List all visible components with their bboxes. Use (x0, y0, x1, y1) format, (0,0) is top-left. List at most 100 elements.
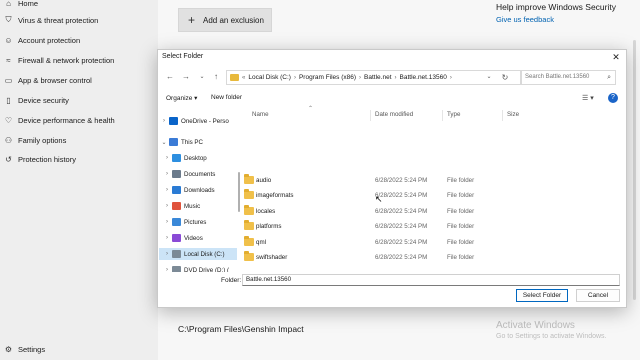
tree-item[interactable]: › Local Disk (C:) (159, 248, 237, 260)
sidebar-item[interactable]: ▭ App & browser control (4, 74, 92, 86)
window-icon: ▭ (4, 75, 13, 85)
close-icon[interactable]: ✕ (610, 51, 622, 63)
chevron-icon[interactable]: › (162, 219, 172, 225)
column-header-size[interactable]: Size (507, 111, 519, 118)
scrollbar-thumb[interactable] (238, 172, 240, 212)
sidebar-item[interactable]: ↺ Protection history (4, 153, 76, 165)
app-scrollbar[interactable] (633, 40, 636, 300)
view-options-icon[interactable]: ☰ ▾ (582, 94, 594, 102)
file-date: 6/28/2022 5:24 PM (375, 223, 428, 231)
chevron-icon[interactable]: › (159, 118, 169, 124)
sidebar-item[interactable]: ⌂ Home (4, 0, 38, 9)
chevron-right-icon: › (293, 74, 296, 81)
forward-arrow-icon[interactable]: → (180, 71, 192, 83)
sidebar-item-label: Home (18, 0, 39, 8)
column-header-name[interactable]: Name (252, 111, 269, 118)
chevron-icon[interactable]: ⌄ (159, 139, 169, 146)
chevron-icon[interactable]: › (162, 251, 172, 257)
address-bar[interactable]: « Local Disk (C:) › Program Files (x86) … (226, 70, 522, 85)
refresh-icon[interactable]: ↻ (498, 70, 512, 85)
search-icon: ⌕ (607, 74, 611, 81)
list-item[interactable]: qml 6/28/2022 5:24 PM File folder (242, 235, 622, 250)
new-folder-button[interactable]: New folder (211, 94, 242, 101)
cancel-button[interactable]: Cancel (576, 289, 620, 302)
list-item[interactable]: swiftshader 6/28/2022 5:24 PM File folder (242, 250, 622, 265)
tree-item-label: Videos (184, 234, 203, 242)
list-item[interactable]: imageformats 6/28/2022 5:24 PM File folder (242, 188, 622, 203)
tree-item[interactable]: ⌄ This PC (159, 136, 237, 148)
sidebar-item-label: App & browser control (18, 75, 92, 85)
sidebar-item[interactable]: ≈ Firewall & network protection (4, 54, 114, 66)
overflow-icon: « (242, 74, 246, 81)
folder-icon (244, 204, 254, 215)
add-exclusion-button[interactable]: + Add an exclusion (178, 8, 272, 32)
downloads-icon (172, 186, 181, 194)
music-icon (172, 202, 181, 210)
exclusion-path[interactable]: C:\Program Files\Genshin Impact (178, 324, 304, 334)
feedback-link[interactable]: Give us feedback (496, 15, 554, 24)
chevron-right-icon: › (394, 74, 397, 81)
chevron-icon[interactable]: › (162, 187, 172, 193)
plus-icon: + (188, 13, 196, 27)
search-placeholder: Search Battle.net.13560 (525, 74, 590, 80)
breadcrumb-item[interactable]: Program Files (x86) (299, 74, 356, 81)
sidebar-item[interactable]: ♡ Device performance & health (4, 114, 115, 126)
column-header-type[interactable]: Type (447, 111, 460, 118)
organize-button[interactable]: Organize ▾ (166, 94, 197, 102)
help-icon[interactable]: ? (608, 93, 618, 103)
folder-name-input[interactable]: Battle.net.13560 (242, 274, 620, 286)
breadcrumb-item[interactable]: Battle.net.13560 (400, 74, 447, 81)
list-item[interactable]: platforms 6/28/2022 5:24 PM File folder (242, 219, 622, 234)
drive-icon (172, 250, 181, 258)
file-type: File folder (447, 177, 475, 184)
history-icon: ↺ (5, 154, 12, 164)
file-date: 6/28/2022 5:24 PM (375, 238, 428, 246)
select-folder-dialog: Select Folder ✕ ← → ⌄ ↑ « Local Disk (C:… (157, 49, 627, 308)
sidebar-item[interactable]: ⚇ Family options (4, 134, 66, 146)
tree-item[interactable]: › Pictures (159, 216, 237, 228)
file-list: ⌃ Name Date modified Type Size ↖ audio 6/… (242, 106, 626, 272)
folder-icon (244, 220, 254, 231)
chevron-icon[interactable]: › (162, 171, 172, 177)
back-arrow-icon[interactable]: ← (164, 71, 176, 83)
file-name: qml (256, 238, 266, 246)
address-dropdown-icon[interactable]: ⌄ (482, 70, 496, 85)
select-folder-button[interactable]: Select Folder (516, 289, 568, 302)
tree-item[interactable]: › Downloads (159, 184, 237, 196)
sidebar-item-settings[interactable]: ⚙ Settings (4, 343, 45, 355)
sidebar-item[interactable]: ⛉ Virus & threat protection (4, 14, 99, 26)
command-bar: Organize ▾ New folder ☰ ▾ ? (158, 91, 626, 107)
tree-item[interactable]: › Documents (159, 168, 237, 180)
chevron-icon[interactable]: › (162, 203, 172, 209)
cloud-icon (169, 117, 178, 125)
pictures-icon (172, 218, 181, 226)
list-item[interactable]: audio 6/28/2022 5:24 PM File folder (242, 173, 622, 188)
tree-item[interactable]: › DVD Drive (D:) ( (159, 264, 237, 272)
file-name: platforms (256, 223, 282, 231)
sidebar-item[interactable]: ☺ Account protection (4, 34, 80, 46)
tree-item[interactable]: › Music (159, 200, 237, 212)
chevron-right-icon: › (359, 74, 362, 81)
tree-item[interactable]: › Videos (159, 232, 237, 244)
dialog-title: Select Folder (162, 53, 204, 60)
sidebar-item[interactable]: ▯ Device security (4, 94, 69, 106)
breadcrumb-item[interactable]: Battle.net (364, 74, 391, 81)
sidebar-item-label: Virus & threat protection (18, 15, 99, 25)
up-arrow-icon[interactable]: ↑ (210, 71, 222, 83)
column-header-date[interactable]: Date modified (375, 111, 413, 118)
add-exclusion-label: Add an exclusion (203, 15, 264, 25)
tree-item-label: Desktop (184, 154, 207, 162)
navigation-bar: ← → ⌄ ↑ « Local Disk (C:) › Program File… (158, 67, 626, 89)
tree-item[interactable]: › OneDrive - Perso (159, 115, 237, 127)
breadcrumb-item[interactable]: Local Disk (C:) (248, 74, 291, 81)
chevron-icon[interactable]: › (162, 155, 172, 161)
chevron-icon[interactable]: › (162, 235, 172, 241)
list-item[interactable]: locales 6/28/2022 5:24 PM File folder (242, 204, 622, 219)
desktop-icon (172, 154, 181, 162)
wifi-icon: ≈ (6, 55, 11, 65)
tree-item[interactable]: › Desktop (159, 152, 237, 164)
navigation-scrollbar[interactable] (237, 108, 241, 272)
recent-chevron-icon[interactable]: ⌄ (196, 71, 208, 83)
search-input[interactable]: Search Battle.net.13560 ⌕ (520, 70, 616, 85)
sidebar-item-label: Firewall & network protection (18, 55, 115, 65)
